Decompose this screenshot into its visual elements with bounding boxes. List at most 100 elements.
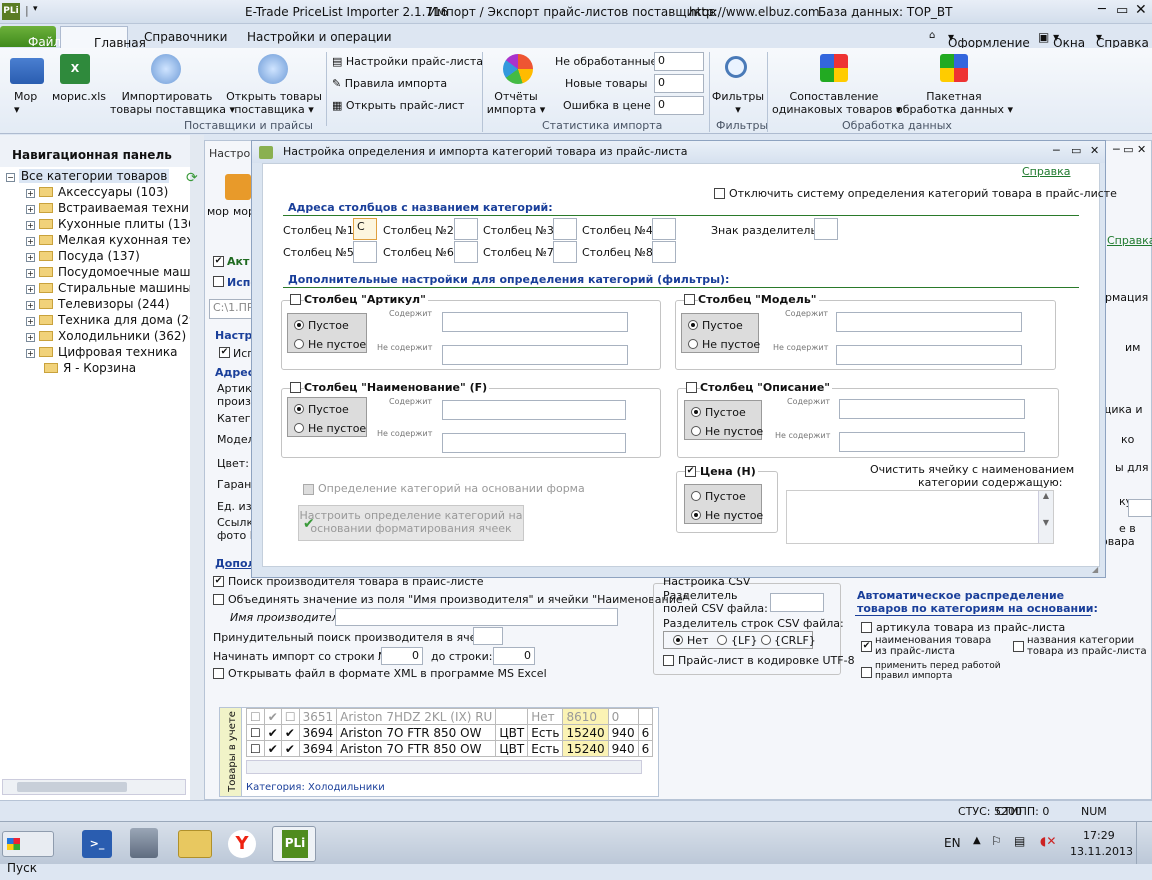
batch-processing-button[interactable]: Пакетная обработка данных ▾ (896, 90, 1013, 116)
utf8-checkbox[interactable] (663, 655, 674, 666)
start-button[interactable]: Пуск (2, 831, 54, 875)
menu-windows[interactable]: ▣ Окна ▾ (1038, 30, 1085, 50)
auto-by-article-checkbox[interactable] (861, 622, 872, 633)
language-indicator[interactable]: EN (944, 836, 961, 850)
grid-hscrollbar[interactable] (246, 760, 642, 774)
column-1-input[interactable]: C (353, 218, 377, 240)
filter-model-checkbox[interactable] (684, 294, 695, 305)
pli-taskbar-button[interactable]: PLi (272, 826, 316, 862)
dialog-help-link[interactable]: Справка (1022, 165, 1070, 178)
filter-article-checkbox[interactable] (290, 294, 301, 305)
open-goods-button[interactable]: Открыть товары поставщика ▾ (226, 90, 322, 116)
quick-access-dropdown-icon[interactable]: ▾ (33, 4, 38, 14)
back-path-field[interactable]: C:\1.ПР (209, 299, 253, 319)
import-button[interactable]: Импортировать товары поставщика ▾ (110, 90, 235, 116)
explorer-icon[interactable] (178, 830, 212, 858)
column-2-input[interactable] (454, 218, 478, 240)
stat-unprocessed-field[interactable]: 0 (654, 52, 704, 71)
tray-arrow-icon[interactable]: ▲ (973, 835, 981, 846)
dialog-maximize-icon[interactable]: ▭ (1071, 144, 1081, 157)
tree-item[interactable]: + Телевизоры (244) (26, 297, 170, 313)
description-contains-input[interactable] (839, 399, 1025, 419)
mfr-name-field[interactable] (335, 608, 618, 626)
stat-price-error-field[interactable]: 0 (654, 96, 704, 115)
settings-pricelist-button[interactable]: ▤ Настройки прайс-листа (332, 55, 483, 68)
dialog-close-icon[interactable]: ✕ (1090, 144, 1099, 157)
model-notempty-radio[interactable] (688, 339, 698, 349)
splitter[interactable] (190, 135, 204, 800)
maximize-icon[interactable]: ▭ (1116, 3, 1128, 18)
table-row[interactable]: ☐ ✔ ✔ 3694 Ariston 7O FTR 850 OW ЦВТ Есть 1524… (246, 740, 654, 757)
tree-item[interactable]: + Цифровая техника (26, 345, 178, 361)
tree-item[interactable]: + Стиральные машины ( (26, 281, 200, 297)
refresh-icon[interactable]: ⟳ (186, 170, 198, 186)
textarea-scrollbar[interactable]: ▲ ▼ (1038, 491, 1053, 543)
open-pricelist-button[interactable]: ▦ Открыть прайс-лист (332, 99, 464, 112)
description-notcontains-input[interactable] (839, 432, 1025, 452)
server-manager-icon[interactable] (130, 828, 158, 858)
column-6-input[interactable] (454, 241, 478, 263)
column-8-input[interactable] (652, 241, 676, 263)
show-desktop-button[interactable] (1136, 822, 1150, 864)
separator-input[interactable] (814, 218, 838, 240)
name-empty-radio[interactable] (294, 404, 304, 414)
article-notcontains-input[interactable] (442, 345, 628, 365)
moris-xls-button[interactable]: морис.xls (52, 90, 106, 103)
mor-button[interactable]: Мор ▾ (14, 90, 37, 116)
force-search-field[interactable] (473, 627, 503, 645)
import-rules-button[interactable]: ✎ Правила импорта (332, 77, 447, 90)
search-mfr-checkbox[interactable]: ✔ (213, 576, 224, 587)
description-notempty-radio[interactable] (691, 426, 701, 436)
stat-new-field[interactable]: 0 (654, 74, 704, 93)
tree-item[interactable]: + Встраиваемая техник (26, 201, 196, 217)
table-row[interactable]: ☐ ✔ ☐ 3651 Ariston 7HDZ 2KL (IX) RU Нет 8610 0 (246, 708, 654, 725)
network-icon[interactable]: ▤ (1014, 834, 1025, 848)
csv-row-sep-lf[interactable] (717, 635, 727, 645)
tree-item[interactable]: + Мелкая кухонная техн (26, 233, 201, 249)
auto-by-category-checkbox[interactable] (1013, 641, 1024, 652)
menu-help[interactable]: Справка ▾ (1096, 30, 1149, 50)
name-notcontains-input[interactable] (442, 433, 626, 453)
tree-item[interactable]: + Кухонные плиты (136 (26, 217, 196, 233)
volume-icon[interactable]: ◖✕ (1040, 834, 1056, 848)
powershell-icon[interactable]: >_ (82, 830, 112, 858)
tree-root[interactable]: − Все категории товаров (6, 169, 170, 185)
tab-directories[interactable]: Справочники (144, 30, 227, 44)
format-based-checkbox[interactable] (303, 484, 314, 495)
article-empty-radio[interactable] (294, 320, 304, 330)
file-menu-button[interactable]: Файл (0, 26, 61, 49)
close-icon[interactable]: ✕ (1135, 2, 1147, 18)
filter-price-checkbox[interactable]: ✔ (685, 466, 696, 477)
column-5-input[interactable] (353, 241, 377, 263)
open-xml-checkbox[interactable] (213, 668, 224, 679)
back-active-checkbox[interactable]: ✔ (213, 256, 224, 267)
csv-row-sep-crlf[interactable] (761, 635, 771, 645)
csv-row-sep-none[interactable] (673, 635, 683, 645)
filter-description-checkbox[interactable] (686, 382, 697, 393)
tab-main[interactable]: Главная (60, 26, 146, 50)
csv-field-sep-input[interactable] (770, 593, 824, 612)
article-notempty-radio[interactable] (294, 339, 304, 349)
price-notempty-radio[interactable] (691, 510, 701, 520)
nav-hscrollbar[interactable] (2, 779, 186, 795)
tree-item[interactable]: + Посудомоечные маши (26, 265, 198, 281)
resize-grip-icon[interactable]: ◢ (1092, 565, 1098, 574)
back-help-link[interactable]: Справка (1107, 234, 1152, 247)
tree-item[interactable]: + Аксессуары (103) (26, 185, 168, 201)
reports-button[interactable]: Отчёты импорта ▾ (486, 90, 546, 116)
minimize-icon[interactable]: ─ (1098, 2, 1106, 17)
tree-item[interactable]: Я - Корзина (40, 361, 136, 377)
flag-icon[interactable]: ⚐ (991, 834, 1002, 848)
tab-settings[interactable]: Настройки и операции (247, 30, 392, 44)
collapse-ribbon-icon[interactable]: ⌂ (929, 30, 935, 41)
price-empty-radio[interactable] (691, 491, 701, 501)
column-3-input[interactable] (553, 218, 577, 240)
format-settings-button[interactable]: ✔ Настроить определение категорий на осно… (298, 505, 524, 541)
table-row[interactable]: ☐ ✔ ✔ 3694 Ariston 7O FTR 850 OW ЦВТ Есть 1524… (246, 724, 654, 741)
quick-access-separator[interactable]: | (25, 4, 29, 17)
tree-item[interactable]: + Техника для дома (29 (26, 313, 197, 329)
yandex-browser-icon[interactable]: Y (228, 830, 256, 858)
apply-rules-checkbox[interactable] (861, 667, 872, 678)
auto-by-name-checkbox[interactable]: ✔ (861, 641, 872, 652)
end-row-field[interactable]: 0 (493, 647, 535, 665)
